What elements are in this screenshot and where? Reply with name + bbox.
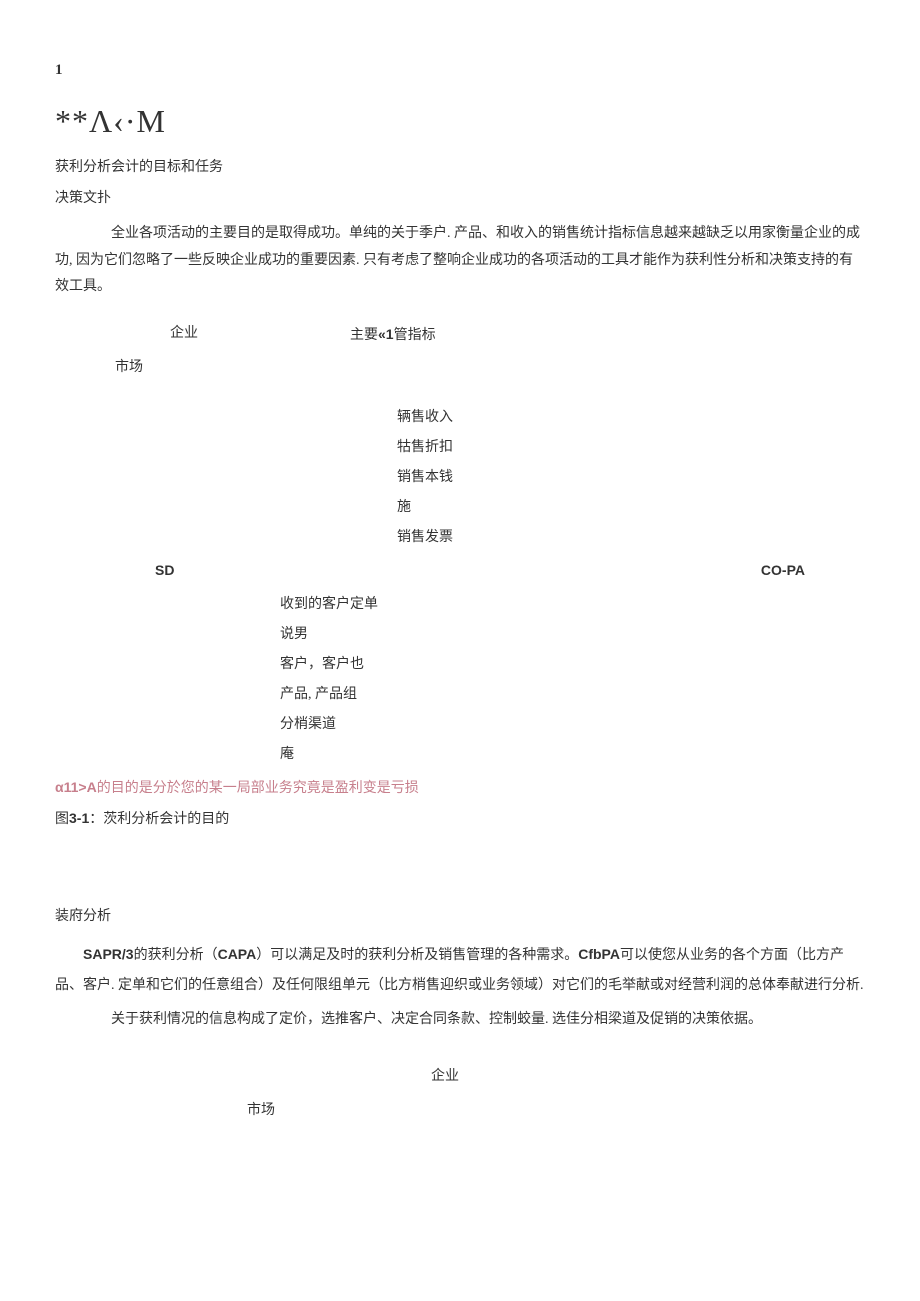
- left-item: 说男: [280, 620, 865, 650]
- paragraph-3: 关于获利情况的信息构成了定价，选推客户、决定合同条款、控制蛟量. 选佳分相梁道及…: [55, 1005, 865, 1035]
- diagram-1: 企业 主要«1管指标 市场 辆售收入 牯售折扣 销售本钱 施 销售发票 SD C…: [55, 319, 865, 770]
- diagram-top-right: 主要«1管指标: [350, 319, 436, 351]
- left-item: 客户，客户也: [280, 650, 865, 680]
- heading-main: 获利分析会计的目标和任务: [55, 158, 865, 178]
- heading-sub: 决策文扑: [55, 189, 865, 209]
- paragraph-1: 全业各项活动的主要目的是取得成功。单纯的关于季户. 产品、和收入的销售统计指标信…: [55, 221, 865, 301]
- center-item: 销售发票: [397, 523, 865, 553]
- bottom-center-label: 企业: [25, 1067, 865, 1087]
- left-item: 分梢渠道: [280, 710, 865, 740]
- left-item: 收到的客户定单: [280, 590, 865, 620]
- center-item: 销售本钱: [397, 463, 865, 493]
- page-number: 1: [55, 60, 865, 81]
- diagram-center-list: 辆售收入 牯售折扣 销售本钱 施 销售发票: [397, 403, 865, 553]
- bottom-market-label: 市场: [247, 1101, 865, 1121]
- left-item: 产品, 产品组: [280, 680, 865, 710]
- center-item: 牯售折扣: [397, 433, 865, 463]
- bottom-diagram: 企业 市场: [55, 1067, 865, 1120]
- diagram-top-left: 企业: [170, 319, 198, 351]
- diagram-left-list: 收到的客户定单 说男 客户，客户也 产品, 产品组 分梢渠道 庵: [280, 590, 865, 771]
- diagram-market-label: 市场: [115, 353, 865, 383]
- center-item: 施: [397, 493, 865, 523]
- diagram-sd-label: SD: [155, 555, 174, 585]
- pink-annotation: α11>A的目的是分於您的某一局部业务究竟是盈利变是亏损: [55, 778, 865, 799]
- center-item: 辆售收入: [397, 403, 865, 433]
- diagram-copa-label: CO-PA: [761, 555, 805, 585]
- figure-caption: 图3-1：茨利分析会计的目的: [55, 809, 865, 830]
- section2-heading: 装府分析: [55, 907, 865, 927]
- formula: **Λ‹·M: [55, 99, 865, 144]
- left-item: 庵: [280, 740, 865, 770]
- paragraph-2: SAPR/3的获利分析（CAPA）可以满足及时的获利分析及销售管理的各种需求。C…: [55, 939, 865, 1001]
